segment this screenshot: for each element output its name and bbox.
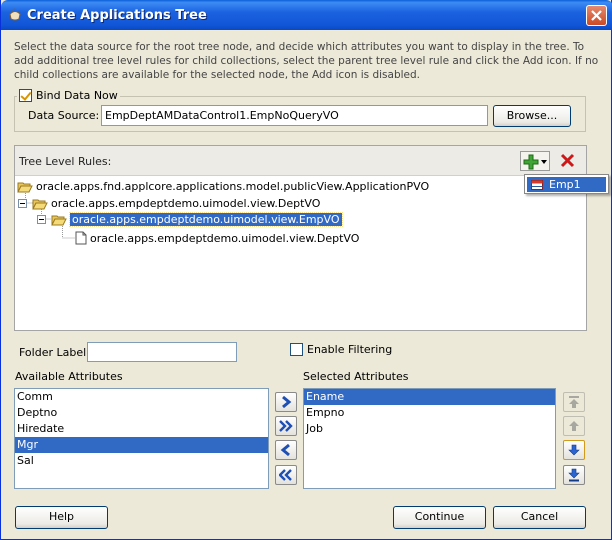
folder-label-field[interactable]	[87, 342, 237, 362]
move-to-top-button[interactable]	[563, 392, 585, 412]
arrow-down-icon	[568, 444, 580, 456]
open-folder-icon	[17, 182, 33, 192]
tree-node-label: oracle.apps.empdeptdemo.uimodel.view.Dep…	[51, 197, 321, 210]
selected-item[interactable]: Empno	[304, 405, 555, 421]
cancel-button[interactable]: Cancel	[493, 506, 586, 529]
tree-node-deptvo-child[interactable]: oracle.apps.empdeptdemo.uimodel.view.Dep…	[75, 231, 359, 245]
selected-attributes-label: Selected Attributes	[303, 370, 409, 383]
selected-item[interactable]: Job	[304, 421, 555, 437]
move-down-button[interactable]	[563, 440, 585, 460]
title-bar[interactable]: Create Applications Tree	[1, 0, 612, 30]
move-all-left-button[interactable]	[275, 465, 297, 485]
available-item-selected[interactable]: Mgr	[15, 437, 268, 453]
file-icon	[75, 231, 87, 245]
close-button[interactable]	[586, 5, 607, 26]
collapse-icon	[18, 199, 27, 208]
app-icon	[9, 8, 21, 21]
move-to-bottom-button[interactable]	[563, 465, 585, 485]
table-icon	[531, 179, 543, 190]
add-rule-popup-menu: Emp1	[524, 174, 609, 194]
tree-node-label: oracle.apps.fnd.applcore.applications.mo…	[36, 180, 430, 193]
tree-node-label-selected: oracle.apps.empdeptdemo.uimodel.view.Emp…	[69, 212, 343, 227]
available-item[interactable]: Comm	[15, 389, 268, 405]
selected-attributes-list[interactable]: Ename Empno Job	[303, 388, 556, 489]
double-arrow-left-icon	[279, 469, 292, 481]
tree-node-empvo[interactable]: oracle.apps.empdeptdemo.uimodel.view.Emp…	[37, 212, 343, 227]
arrow-to-bottom-icon	[568, 468, 580, 482]
enable-filtering-checkbox[interactable]	[290, 343, 303, 356]
enable-filtering-label: Enable Filtering	[307, 343, 393, 356]
bind-data-checkbox[interactable]	[19, 89, 32, 102]
tree-node-deptvo[interactable]: oracle.apps.empdeptdemo.uimodel.view.Dep…	[18, 197, 320, 210]
available-item[interactable]: Sal	[15, 453, 268, 469]
available-item[interactable]: Deptno	[15, 405, 268, 421]
close-icon	[591, 10, 602, 21]
open-folder-icon	[32, 199, 48, 209]
data-source-label: Data Source:	[28, 109, 100, 122]
browse-button[interactable]: Browse...	[493, 105, 571, 127]
folder-label-label: Folder Label:	[19, 346, 90, 359]
double-arrow-right-icon	[279, 420, 293, 432]
help-button[interactable]: Help	[15, 506, 108, 529]
available-attributes-label: Available Attributes	[15, 370, 123, 383]
window-title: Create Applications Tree	[27, 8, 207, 23]
arrow-right-icon	[282, 395, 292, 409]
move-up-button[interactable]	[563, 416, 585, 436]
available-item[interactable]: Hiredate	[15, 421, 268, 437]
tree-node-application-pvo[interactable]: oracle.apps.fnd.applcore.applications.mo…	[17, 180, 429, 193]
enable-filtering-control[interactable]: Enable Filtering	[290, 343, 392, 356]
available-attributes-list[interactable]: Comm Deptno Hiredate Mgr Sal	[14, 388, 269, 489]
bind-data-legend: Bind Data Now	[17, 89, 120, 102]
move-left-button[interactable]	[275, 440, 297, 460]
collapse-icon	[37, 215, 46, 224]
arrow-to-top-icon	[569, 396, 579, 408]
data-source-field[interactable]: EmpDeptAMDataControl1.EmpNoQueryVO	[101, 105, 488, 126]
tree-level-rules-panel: Tree Level Rules: oracle.apps.fnd.applco…	[14, 145, 587, 331]
popup-item-label: Emp1	[549, 178, 581, 191]
selected-item-selected[interactable]: Ename	[304, 389, 555, 405]
tree-node-label: oracle.apps.empdeptdemo.uimodel.view.Dep…	[90, 231, 360, 245]
bind-data-label: Bind Data Now	[36, 89, 118, 102]
arrow-up-icon	[569, 421, 579, 431]
move-all-right-button[interactable]	[275, 416, 297, 436]
popup-item-emp1[interactable]: Emp1	[527, 177, 606, 192]
open-folder-icon	[51, 215, 67, 225]
description-text: Select the data source for the root tree…	[14, 41, 599, 81]
dialog-window: Create Applications Tree Select the data…	[0, 0, 612, 540]
arrow-left-icon	[280, 443, 290, 457]
move-right-button[interactable]	[275, 392, 297, 412]
continue-button[interactable]: Continue	[393, 506, 486, 529]
